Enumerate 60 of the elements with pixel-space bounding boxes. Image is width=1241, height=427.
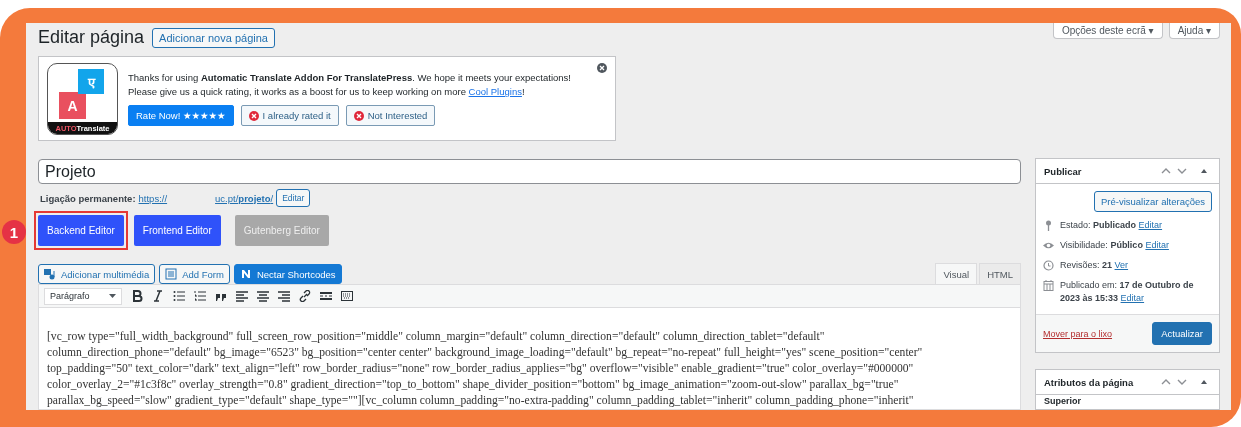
screen-tab-button[interactable]: Opções deste ecrã ▾: [1052, 23, 1163, 39]
permalink-label: Ligação permanente:: [40, 192, 136, 204]
notice-text: Thanks for using Automatic Translate Addon For TranslatePress. We hope it meets your expectations!: [128, 71, 571, 85]
error-icon: [353, 110, 364, 121]
editor-mode-button[interactable]: Frontend Editor: [133, 215, 221, 246]
dismiss-button[interactable]: Not Interested: [345, 105, 436, 126]
editor-content: [vc_row type="full_width_background" full_screen_row_position="middle" column_margin="default" column_direction="default" column_direction_tablet="default" column_direction_phone="default" bg_image="6523" bg_position="center center" background_image_loading="default" bg_repeat="no-repeat" full_height="yes" scene_position="center" top_padding="50" text_color="dark" text_align="left" row_border_radius="none" row_border_radius_applies="bg" overflow="visible" enable_gradient="true" color_overlay="#000000" color_overlay_2="#1c3f8c" overlay_strength="0.8" gradient_direction="top_to_bottom" shape_divider_position="bottom" bg_image_animation="zoom-out-slow" parallax_bg="true" parallax_bg_speed="slow" gradient_type="default" shape_type=""][vc_column column_padding="no-extra-padding" column_padding_tablet="inherit" column_padding_phone="inherit": [47, 329, 924, 409]
form-icon: [165, 268, 178, 280]
media-button[interactable]: Add Form: [159, 264, 230, 284]
format-select[interactable]: Parágrafo: [44, 287, 122, 305]
publish-info: Publicado em: 17 de Outubro de 2023 às 15:33 Editar: [1060, 279, 1195, 305]
step-badge: 1: [2, 220, 26, 244]
cool-plugins-link[interactable]: Cool Plugins: [468, 86, 522, 97]
editor-tab[interactable]: Visual: [935, 263, 978, 284]
panel-title: Atributos da página: [1044, 376, 1135, 388]
media-icon: [44, 268, 56, 280]
align-left-icon[interactable]: [236, 290, 248, 302]
editor-tab[interactable]: HTML: [979, 263, 1021, 284]
bullet-list-icon[interactable]: [173, 290, 185, 302]
edit-link[interactable]: Editar: [1138, 220, 1163, 230]
permalink-link[interactable]: uc.pt/projeto/: [215, 192, 274, 204]
read-more-icon[interactable]: [320, 290, 332, 302]
error-icon: [248, 110, 259, 121]
update-button[interactable]: Actualizar: [1152, 322, 1212, 345]
field-label: Superior: [1043, 395, 1082, 408]
pin-icon: [1043, 220, 1054, 231]
edit-link[interactable]: Editar: [1145, 240, 1169, 250]
permalink-link[interactable]: https://: [138, 192, 168, 204]
rate-now-button[interactable]: Rate Now! ★★★★★: [128, 105, 234, 126]
edit-permalink-button[interactable]: Editar: [276, 189, 311, 207]
caret-icon: [109, 294, 116, 298]
link-icon[interactable]: [299, 290, 311, 302]
publish-info: Estado: Publicado Editar: [1060, 219, 1163, 232]
close-icon[interactable]: [597, 63, 607, 73]
publish-info: Visibilidade: Público Editar: [1060, 239, 1169, 252]
panel-title: Publicar: [1044, 165, 1083, 177]
media-button[interactable]: Nectar Shortcodes: [233, 264, 342, 284]
edit-link[interactable]: Ver: [1114, 260, 1129, 270]
align-center-icon[interactable]: [257, 290, 269, 302]
trash-link[interactable]: Mover para o lixo: [1043, 328, 1113, 339]
page-title: Editar página: [38, 27, 145, 48]
add-new-page-button[interactable]: Adicionar nova página: [152, 27, 275, 48]
calendar-icon: [1043, 280, 1054, 291]
italic-icon[interactable]: [152, 290, 164, 302]
edit-link[interactable]: Editar: [1120, 293, 1145, 303]
clock-icon: [1043, 260, 1054, 271]
dismiss-button[interactable]: I already rated it: [240, 105, 339, 126]
numbered-list-icon[interactable]: [194, 290, 206, 302]
publish-info: Revisões: 21 Ver: [1060, 259, 1129, 272]
keyboard-icon[interactable]: [341, 290, 353, 302]
title-field[interactable]: Projeto: [38, 159, 1021, 184]
screen-tab-button[interactable]: Ajuda ▾: [1168, 23, 1220, 39]
align-right-icon[interactable]: [278, 290, 290, 302]
notice-text: Please give us a quick rating, it works as a boost for us to keep working on more Cool Plugins!: [128, 85, 526, 99]
media-button[interactable]: Adicionar multimédia: [38, 264, 156, 284]
eye-icon: [1043, 240, 1054, 251]
preview-button[interactable]: Pré-visualizar alterações: [1094, 191, 1212, 212]
n-logo-icon: [239, 268, 252, 280]
editor-mode-button[interactable]: Backend Editor: [38, 215, 124, 246]
bold-icon[interactable]: [131, 290, 143, 302]
